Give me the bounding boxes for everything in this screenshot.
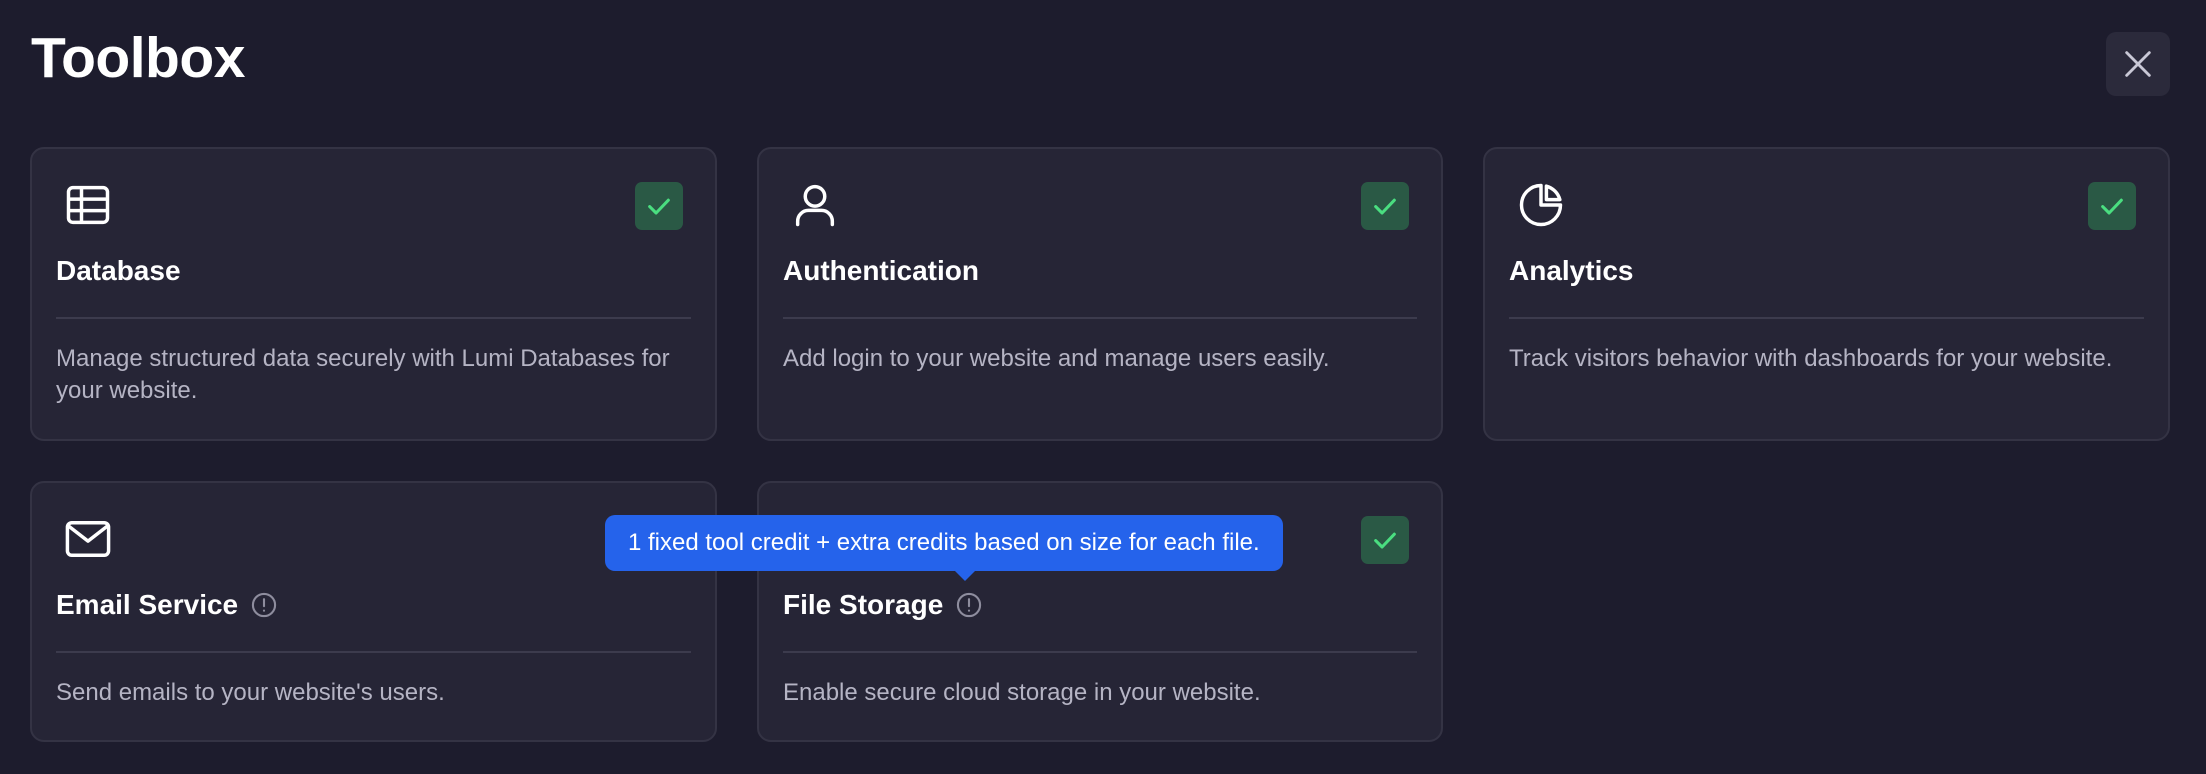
enabled-checkbox[interactable] [1361,516,1409,564]
divider [783,317,1417,319]
enabled-checkbox[interactable] [1361,182,1409,230]
tool-name-label: Analytics [1509,255,1634,286]
divider [56,317,691,319]
tooltip-text: 1 fixed tool credit + extra credits base… [628,529,1260,556]
close-button[interactable] [2106,32,2170,96]
info-icon[interactable] [955,591,983,619]
tool-name: File Storage [783,591,983,619]
check-icon [1374,532,1396,549]
tool-card-authentication[interactable]: Authentication Add login to your website… [757,147,1443,441]
tool-name-label: File Storage [783,589,944,620]
tool-description: Send emails to your website's users. [56,679,445,706]
info-icon[interactable] [250,591,278,619]
tool-name-label: Authentication [783,255,979,286]
credits-tooltip: 1 fixed tool credit + extra credits base… [605,515,1283,581]
tool-name-label: Database [56,255,181,286]
mail-icon [65,521,111,557]
user-icon [795,184,835,227]
tool-card-analytics[interactable]: Analytics Track visitors behavior with d… [1483,147,2170,441]
tool-name: Database [56,257,181,285]
divider [56,651,691,653]
tool-description: Enable secure cloud storage in your webs… [783,679,1261,706]
tool-card-database[interactable]: Database Manage structured data securely… [30,147,717,441]
toolbox-panel: Toolbox Database Manage structured data … [0,0,2206,774]
enabled-checkbox[interactable] [2088,182,2136,230]
enabled-checkbox[interactable] [635,182,683,230]
table-icon [66,185,110,225]
divider [1509,317,2144,319]
pie-chart-icon [1519,183,1563,227]
tool-name: Analytics [1509,257,1634,285]
page-title: Toolbox [31,26,245,90]
close-icon [2125,51,2151,77]
check-icon [1374,198,1396,215]
tool-description: Add login to your website and manage use… [783,345,1330,372]
check-icon [648,198,670,215]
tool-description: Manage structured data securely with Lum… [56,345,670,404]
check-icon [2101,198,2123,215]
tool-name: Email Service [56,591,278,619]
tool-description: Track visitors behavior with dashboards … [1509,345,2113,372]
divider [783,651,1417,653]
tool-name-label: Email Service [56,589,239,620]
tool-name: Authentication [783,257,979,285]
